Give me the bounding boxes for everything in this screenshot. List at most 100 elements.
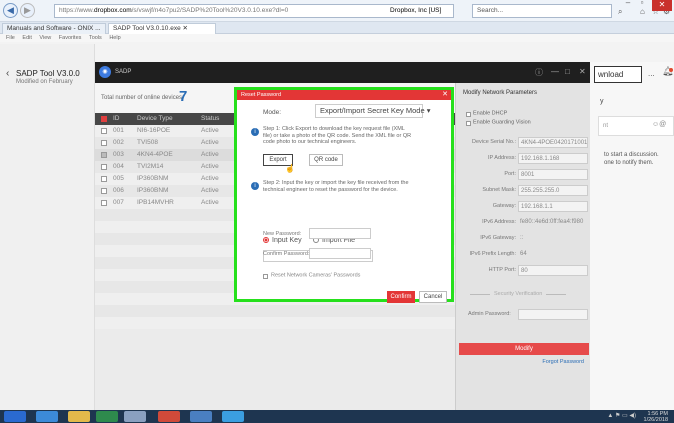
maximize-icon[interactable]: □ bbox=[565, 67, 570, 76]
comment-hint-1: to start a discussion. bbox=[604, 152, 659, 158]
minimize-icon[interactable]: — bbox=[551, 67, 559, 76]
chevron-left-icon[interactable]: ‹ bbox=[6, 68, 9, 79]
param-serial: Device Serial No.:4KN4-4POE0420171001CC bbox=[456, 137, 591, 149]
http-port-field[interactable]: 80 bbox=[518, 265, 588, 276]
param-label: Gateway: bbox=[492, 203, 516, 209]
download-button[interactable]: wnload bbox=[594, 66, 642, 83]
row-id: 007 bbox=[113, 199, 124, 206]
modify-button[interactable]: Modify bbox=[459, 343, 589, 355]
reset-network-cameras-checkbox[interactable]: Reset Network Cameras' Passwords bbox=[263, 271, 360, 279]
subnet-field[interactable]: 255.255.255.0 bbox=[518, 185, 588, 196]
forward-arrow-icon: ▶ bbox=[24, 5, 31, 15]
menu-bar: File Edit View Favorites Tools Help bbox=[0, 34, 674, 42]
tab-label: Manuals and Software - ONIX ... bbox=[7, 25, 101, 32]
qr-code-button[interactable]: QR code bbox=[309, 154, 343, 166]
param-value: :: bbox=[520, 235, 524, 241]
param-ip: IP Address: 192.168.1.168 bbox=[456, 153, 591, 165]
minimize-icon[interactable]: – bbox=[622, 0, 634, 9]
mention-icon[interactable]: ☺@ bbox=[652, 121, 666, 128]
port-field[interactable]: 8001 bbox=[518, 169, 588, 180]
close-icon[interactable]: ✕ bbox=[652, 0, 672, 11]
modify-panel-title: Modify Network Parameters bbox=[463, 90, 538, 96]
gateway-field[interactable]: 192.168.1.1 bbox=[518, 201, 588, 212]
table-row-empty bbox=[95, 317, 455, 329]
input-key-radio[interactable]: Input Key bbox=[263, 237, 302, 244]
menu-view[interactable]: View bbox=[39, 35, 51, 41]
url-domain: dropbox.com bbox=[94, 7, 132, 14]
col-status[interactable]: Status bbox=[201, 113, 219, 125]
file-title: SADP Tool V3.0.0 bbox=[16, 69, 80, 78]
maximize-icon[interactable]: ▫ bbox=[636, 0, 648, 9]
search-input[interactable]: Search... bbox=[472, 4, 612, 18]
admin-password-field[interactable] bbox=[518, 309, 588, 320]
chevron-down-icon: ▾ bbox=[426, 106, 431, 115]
menu-help[interactable]: Help bbox=[109, 35, 120, 41]
admin-password-label: Admin Password: bbox=[468, 311, 511, 317]
forward-button[interactable]: ▶ bbox=[20, 3, 35, 18]
menu-favorites[interactable]: Favorites bbox=[59, 35, 82, 41]
param-label: IPv6 Address: bbox=[482, 219, 516, 225]
online-devices-count: 7 bbox=[179, 88, 188, 105]
mode-select[interactable]: Export/Import Secret Key Mode ▾ bbox=[315, 104, 431, 118]
app-taskbar-icon[interactable] bbox=[96, 411, 118, 422]
file-info-panel: ‹ SADP Tool V3.0.0 Modified on February bbox=[0, 44, 95, 410]
param-label: IP Address: bbox=[487, 155, 516, 161]
start-button[interactable] bbox=[4, 411, 26, 422]
certificate-label[interactable]: Dropbox, Inc [US] bbox=[390, 5, 441, 17]
ip-address-field[interactable]: 192.168.1.168 bbox=[518, 153, 588, 164]
mode-label: Mode: bbox=[263, 109, 282, 116]
confirm-button[interactable]: Confirm bbox=[387, 291, 415, 303]
mode-value: Export/Import Secret Key Mode bbox=[320, 106, 425, 115]
col-device-type[interactable]: Device Type bbox=[137, 113, 173, 125]
param-label: HTTP Port: bbox=[488, 267, 516, 273]
cancel-button[interactable]: Cancel bbox=[419, 291, 447, 303]
col-id[interactable]: ID bbox=[113, 113, 120, 125]
info-icon[interactable]: ⓘ bbox=[535, 67, 543, 78]
row-status: Active bbox=[201, 187, 219, 194]
url-prefix: https://www. bbox=[59, 7, 95, 14]
app-taskbar-icon[interactable] bbox=[222, 411, 244, 422]
close-icon[interactable]: ✕ bbox=[442, 90, 448, 100]
security-verification-title: Security Verification bbox=[469, 291, 567, 297]
app-taskbar-icon[interactable] bbox=[124, 411, 146, 422]
tab-strip: Manuals and Software - ONIX ... SADP Too… bbox=[0, 22, 674, 34]
explorer-taskbar-icon[interactable] bbox=[68, 411, 90, 422]
tab-manuals[interactable]: Manuals and Software - ONIX ... bbox=[2, 23, 106, 34]
comment-placeholder: nt bbox=[603, 123, 609, 129]
back-button[interactable]: ◀ bbox=[3, 3, 18, 18]
row-device-type: TVI508 bbox=[137, 139, 158, 146]
row-status: Active bbox=[201, 163, 219, 170]
menu-file[interactable]: File bbox=[6, 35, 15, 41]
app-taskbar-icon[interactable] bbox=[158, 411, 180, 422]
app-taskbar-icon[interactable] bbox=[190, 411, 212, 422]
more-options-button[interactable]: ... bbox=[648, 66, 662, 83]
menu-tools[interactable]: Tools bbox=[89, 35, 102, 41]
param-label: Port: bbox=[504, 171, 516, 177]
tab-sadp[interactable]: SADP Tool V3.0.10.exe ✕ bbox=[108, 23, 216, 34]
clock[interactable]: 1:56 PM 1/26/2018 bbox=[644, 411, 668, 423]
param-label: IPv6 Gateway: bbox=[480, 235, 516, 241]
row-status: Active bbox=[201, 127, 219, 134]
new-password-field[interactable] bbox=[309, 228, 371, 239]
system-tray[interactable]: ▲ ⚑ ▭ ◀) bbox=[607, 412, 636, 419]
mouse-cursor-icon: ☝ bbox=[285, 164, 295, 173]
sadp-logo-icon: ◉ bbox=[99, 66, 111, 78]
confirm-password-field[interactable] bbox=[309, 248, 371, 259]
taskbar: ▲ ⚑ ▭ ◀) 1:56 PM 1/26/2018 bbox=[0, 410, 674, 423]
enable-guarding-checkbox[interactable]: Enable Guarding Vision bbox=[466, 118, 531, 126]
tab-close-icon[interactable]: ✕ bbox=[183, 25, 188, 32]
info-icon: i bbox=[251, 182, 259, 190]
tab-label: SADP Tool V3.0.10.exe bbox=[113, 25, 181, 32]
forgot-password-link[interactable]: Forgot Password bbox=[542, 359, 584, 365]
dialog-title: Reset Password bbox=[237, 90, 451, 100]
enable-dhcp-checkbox[interactable]: Enable DHCP bbox=[466, 109, 507, 117]
row-device-type: IP360BNM bbox=[137, 187, 169, 194]
address-bar[interactable]: https://www.dropbox.com/s/vswjf/n4o7pu2/… bbox=[54, 4, 454, 18]
panel-heading-fragment: y bbox=[600, 98, 604, 105]
close-icon[interactable]: ✕ bbox=[579, 67, 586, 76]
row-status: Active bbox=[201, 151, 219, 158]
row-id: 006 bbox=[113, 187, 124, 194]
ie-taskbar-icon[interactable] bbox=[36, 411, 58, 422]
menu-edit[interactable]: Edit bbox=[22, 35, 31, 41]
bell-icon[interactable]: 🔔︎ bbox=[662, 66, 674, 83]
